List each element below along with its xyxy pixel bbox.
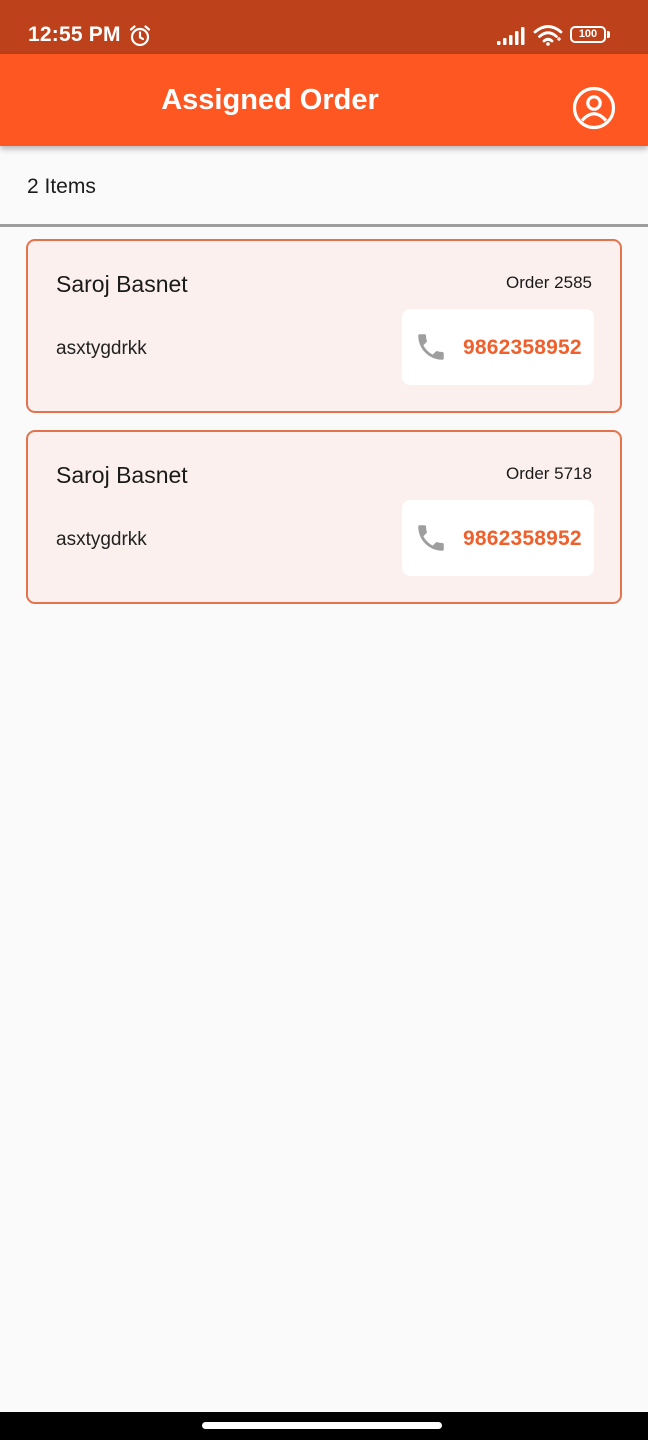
customer-address: asxtygdrkk: [56, 338, 147, 359]
phone-icon: [418, 334, 444, 360]
order-number: Order 5718: [506, 464, 592, 483]
page-title: Assigned Order: [161, 84, 379, 116]
customer-address: asxtygdrkk: [56, 529, 147, 550]
status-time: 12:55 PM: [28, 23, 121, 46]
order-number: Order 2585: [506, 273, 592, 292]
signal-icon: [497, 27, 525, 45]
order-card[interactable]: Saroj Basnet Order 2585 asxtygdrkk 98623…: [26, 239, 622, 413]
wifi-icon: [533, 25, 563, 46]
account-button[interactable]: [568, 82, 620, 134]
navigation-bar: [0, 1412, 648, 1440]
divider: [0, 224, 648, 227]
order-card[interactable]: Saroj Basnet Order 5718 asxtygdrkk 98623…: [26, 430, 622, 604]
call-button[interactable]: 9862358952: [402, 500, 594, 576]
customer-name: Saroj Basnet: [56, 271, 188, 297]
battery-level: 100: [570, 26, 606, 43]
home-indicator[interactable]: [202, 1422, 442, 1429]
battery-icon: 100: [570, 26, 610, 44]
account-circle-icon: [572, 86, 616, 130]
phone-icon: [418, 525, 444, 551]
call-button[interactable]: 9862358952: [402, 309, 594, 385]
customer-name: Saroj Basnet: [56, 462, 188, 488]
screen: 12:55 PM 100 Assigned Order 2 Items Saro…: [0, 0, 648, 1440]
status-bar: 12:55 PM 100: [0, 0, 648, 54]
battery-tip: [607, 31, 610, 38]
phone-number: 9862358952: [463, 527, 582, 550]
items-count: 2 Items: [27, 175, 96, 198]
phone-number: 9862358952: [463, 336, 582, 359]
alarm-icon: [129, 25, 151, 47]
items-count-bar: 2 Items: [0, 146, 648, 224]
app-bar: Assigned Order: [0, 54, 648, 146]
